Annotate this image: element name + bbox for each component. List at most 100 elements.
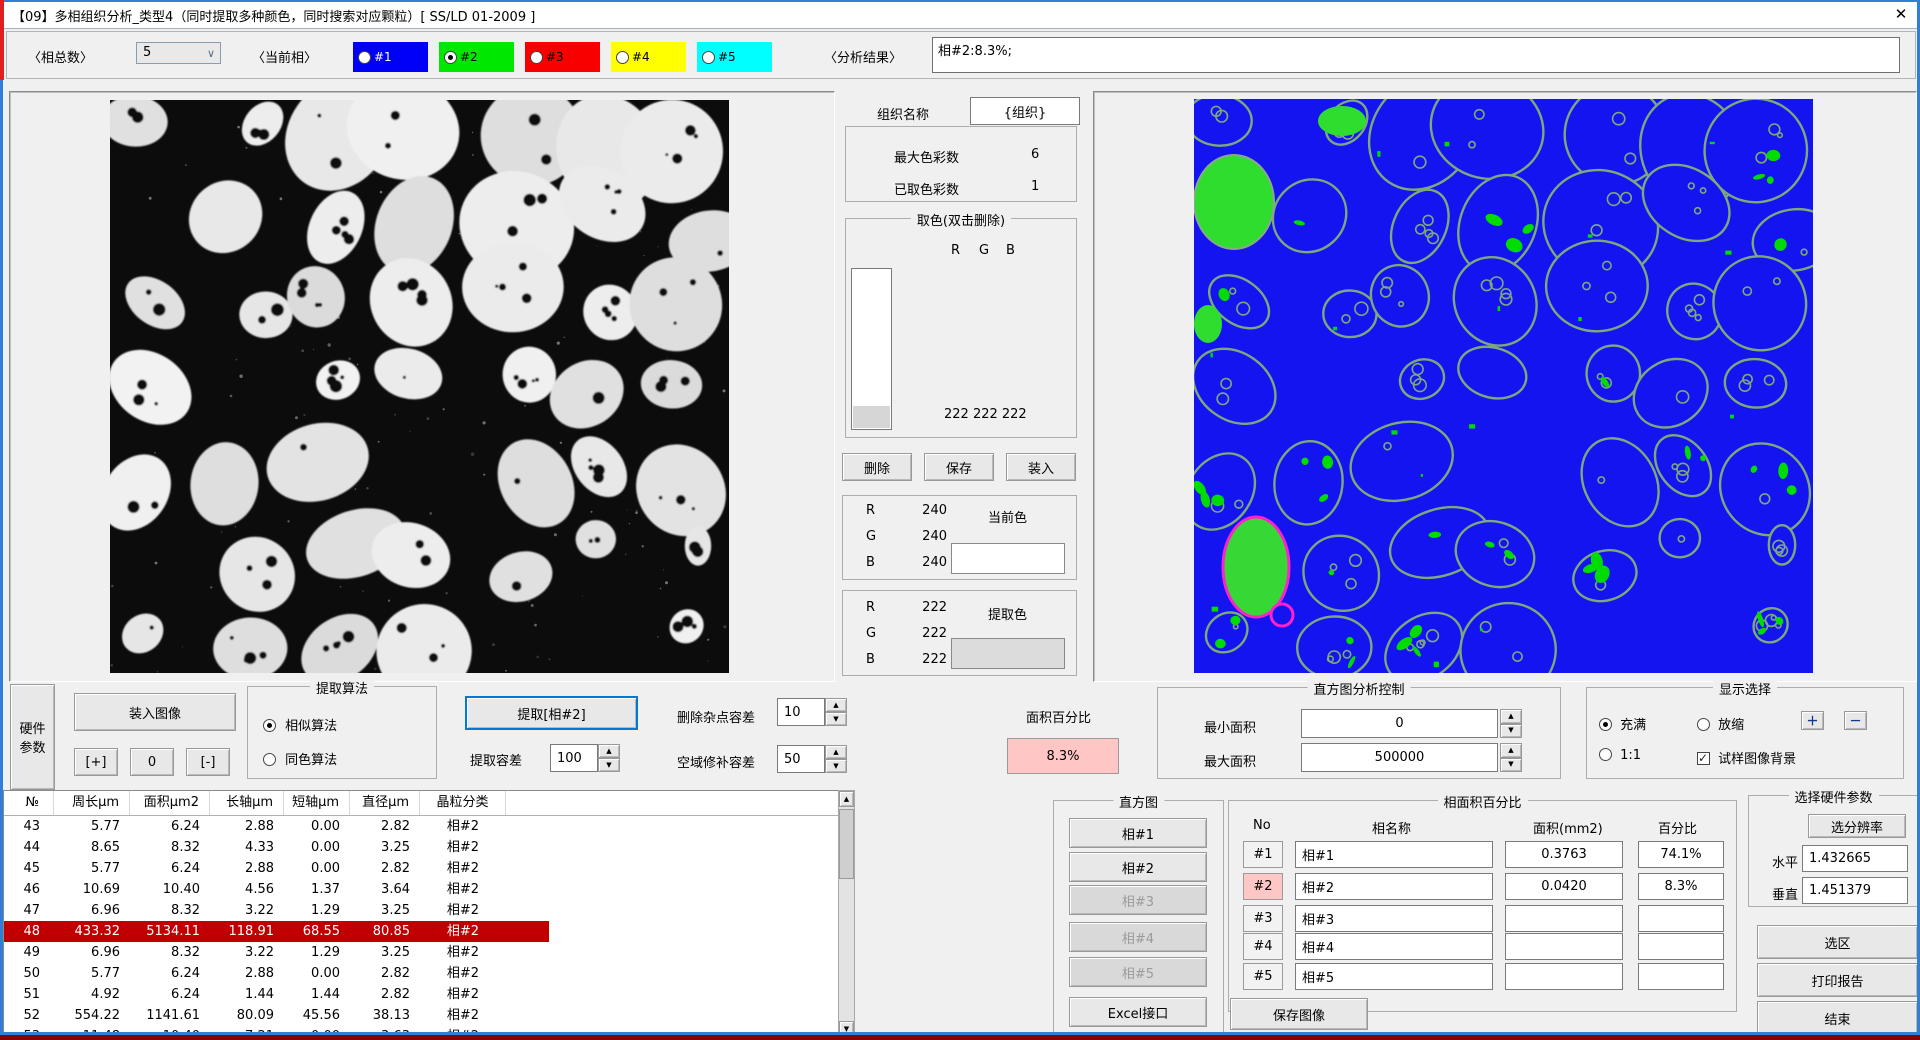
spin-down-icon[interactable]: ▼ — [1500, 724, 1522, 739]
table-row[interactable]: 435.776.242.880.002.82相#2 — [4, 816, 549, 837]
print-report-button[interactable]: 打印报告 — [1757, 963, 1918, 997]
phase-swatch-4[interactable]: #4 — [611, 42, 686, 72]
histogram-button-4: 相#4 — [1069, 922, 1207, 952]
table-scrollbar[interactable]: ▲ ▼ — [838, 790, 855, 1038]
table-row[interactable]: 514.926.241.441.442.82相#2 — [4, 984, 549, 1005]
algo-option-similar[interactable]: 相似算法 — [263, 715, 337, 736]
max-area-spinner[interactable]: ▲▼ — [1500, 743, 1522, 772]
picked-color-list[interactable] — [851, 268, 892, 430]
spin-up-icon[interactable]: ▲ — [825, 698, 847, 712]
phase-result-image — [1194, 99, 1813, 673]
delete-color-button[interactable]: 删除 — [842, 453, 912, 481]
table-cell: 4.56 — [210, 879, 284, 900]
table-cell: 4.33 — [210, 837, 284, 858]
noise-input[interactable]: 10 — [777, 698, 825, 726]
fill-input[interactable]: 50 — [777, 745, 825, 773]
phase-name-field[interactable]: 相#2 — [1295, 873, 1493, 900]
zoom-in-button[interactable]: ＋ — [1801, 711, 1824, 730]
spin-up-icon[interactable]: ▲ — [1500, 709, 1522, 724]
min-area-input[interactable]: 0 — [1301, 709, 1498, 738]
sample-bg-checkbox[interactable]: 试样图像背景 — [1697, 748, 1796, 769]
phase-total-select[interactable]: 5 ∨ — [136, 42, 221, 64]
phase-swatch-3[interactable]: #3 — [525, 42, 600, 72]
analysis-result-field[interactable]: 相#2:8.3%; — [932, 37, 1900, 73]
window-edge-shadow — [0, 1035, 1920, 1040]
table-row[interactable]: 52554.221141.6180.0945.5638.13相#2 — [4, 1005, 549, 1026]
display-option-fit[interactable]: 充满 — [1599, 714, 1646, 735]
histogram-button-2[interactable]: 相#2 — [1069, 852, 1207, 882]
display-option-one2one[interactable]: 1:1 — [1599, 748, 1641, 765]
vertical-value[interactable]: 1.451379 — [1802, 877, 1908, 904]
load-color-button[interactable]: 装入 — [1006, 453, 1076, 481]
load-image-button[interactable]: 装入图像 — [74, 693, 236, 731]
tolerance-spinner[interactable]: ▲▼ — [598, 744, 620, 772]
extract-r-value: 222 — [917, 600, 947, 615]
scroll-up-icon[interactable]: ▲ — [839, 791, 854, 807]
fill-label: 空域修补容差 — [677, 752, 755, 771]
picked-colors-value: 1 — [1031, 179, 1039, 194]
histogram-button-1[interactable]: 相#1 — [1069, 818, 1207, 848]
phase-name-field[interactable]: 相#4 — [1295, 933, 1493, 960]
table-cell: 5.77 — [54, 858, 130, 879]
spin-down-icon[interactable]: ▼ — [1500, 758, 1522, 773]
scroll-thumb[interactable] — [839, 809, 854, 879]
table-cell: 1.29 — [284, 900, 350, 921]
max-area-input[interactable]: 500000 — [1301, 743, 1498, 772]
spin-down-icon[interactable]: ▼ — [598, 758, 620, 772]
phase-swatch-label: #4 — [632, 50, 650, 64]
phase-swatch-2[interactable]: #2 — [439, 42, 514, 72]
phase-no-cell: #3 — [1243, 905, 1283, 932]
histogram-button-6[interactable]: Excel接口 — [1069, 997, 1207, 1027]
spin-down-icon[interactable]: ▼ — [825, 759, 847, 773]
extract-b-value: 222 — [917, 652, 947, 667]
table-row[interactable]: 476.968.323.221.293.25相#2 — [4, 900, 549, 921]
table-cell: 相#2 — [420, 942, 506, 963]
close-icon[interactable]: ✕ — [1890, 4, 1912, 24]
phase-swatch-1[interactable]: #1 — [353, 42, 428, 72]
algo-option-samecolor[interactable]: 同色算法 — [263, 749, 337, 770]
end-button[interactable]: 结束 — [1757, 1001, 1918, 1035]
table-row[interactable]: 496.968.323.221.293.25相#2 — [4, 942, 549, 963]
extract-phase-button[interactable]: 提取[相#2] — [465, 696, 638, 730]
select-region-button[interactable]: 选区 — [1757, 925, 1918, 959]
minus-button[interactable]: [-] — [186, 748, 230, 776]
specimen-grayscale-image[interactable] — [110, 100, 729, 673]
table-cell: 80.09 — [210, 1005, 284, 1026]
zero-button[interactable]: 0 — [130, 748, 174, 776]
table-row[interactable]: 4610.6910.404.561.373.64相#2 — [4, 879, 549, 900]
min-area-spinner[interactable]: ▲▼ — [1500, 709, 1522, 738]
phase-name-field[interactable]: 相#5 — [1295, 963, 1493, 990]
table-row[interactable]: 48433.325134.11118.9168.5580.85相#2 — [4, 921, 549, 942]
table-row[interactable]: 455.776.242.880.002.82相#2 — [4, 858, 549, 879]
spin-down-icon[interactable]: ▼ — [825, 712, 847, 726]
picked-color-list-item[interactable] — [853, 406, 890, 428]
table-cell: 38.13 — [350, 1005, 420, 1026]
table-cell: 10.40 — [130, 879, 210, 900]
table-row[interactable]: 448.658.324.330.003.25相#2 — [4, 837, 549, 858]
hardware-params-button[interactable]: 硬件参数 — [10, 684, 55, 790]
table-row[interactable]: 505.776.242.880.002.82相#2 — [4, 963, 549, 984]
plus-button[interactable]: [+] — [74, 748, 118, 776]
tolerance-input[interactable]: 100 — [550, 744, 598, 772]
zoom-out-button[interactable]: － — [1844, 711, 1867, 730]
save-image-button[interactable]: 保存图像 — [1230, 998, 1368, 1030]
select-resolution-button[interactable]: 选分辨率 — [1808, 814, 1906, 838]
table-cell: 3.25 — [350, 837, 420, 858]
table-cell: 118.91 — [210, 921, 284, 942]
spin-up-icon[interactable]: ▲ — [825, 745, 847, 759]
spin-up-icon[interactable]: ▲ — [598, 744, 620, 758]
phase-name-field[interactable]: 相#3 — [1295, 905, 1493, 932]
phase-name-field[interactable]: 相#1 — [1295, 841, 1493, 868]
noise-spinner[interactable]: ▲▼ — [825, 698, 847, 726]
horizontal-value[interactable]: 1.432665 — [1802, 845, 1908, 872]
fill-spinner[interactable]: ▲▼ — [825, 745, 847, 773]
result-image-panel — [1093, 91, 1917, 682]
table-cell: 2.82 — [350, 816, 420, 837]
structure-name-field[interactable]: {组织} — [970, 97, 1080, 125]
spin-up-icon[interactable]: ▲ — [1500, 743, 1522, 758]
table-cell: 51 — [4, 984, 54, 1005]
save-color-button[interactable]: 保存 — [924, 453, 994, 481]
display-option-zoom[interactable]: 放缩 — [1697, 714, 1744, 735]
phase-swatch-5[interactable]: #5 — [697, 42, 772, 72]
radio-icon — [263, 753, 276, 766]
